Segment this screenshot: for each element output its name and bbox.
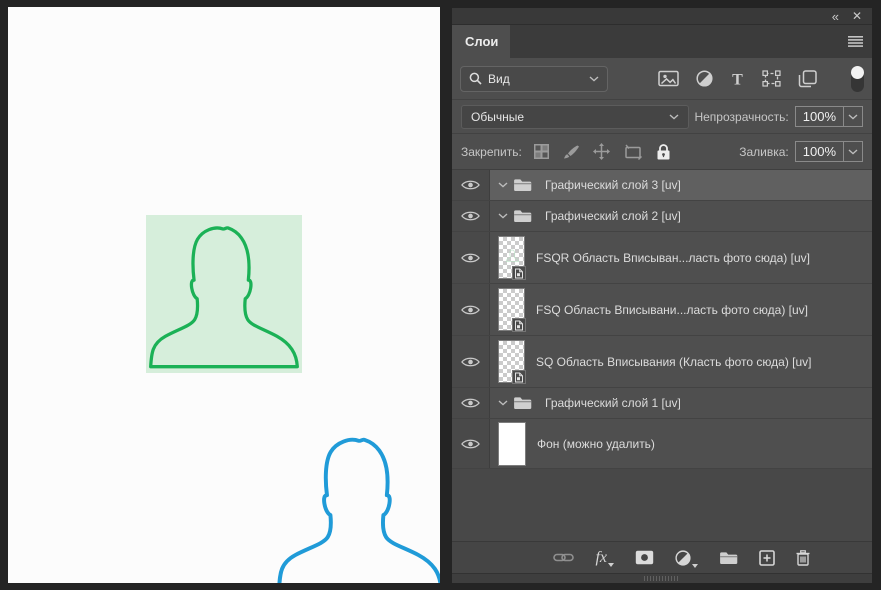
panel-tab-bar: Слои [452, 25, 872, 58]
opacity-input[interactable]: 100% [795, 106, 863, 127]
layer-row-group-3[interactable]: Графический слой 3 [uv] [452, 170, 872, 201]
filter-smart-objects-icon[interactable] [798, 70, 817, 88]
visibility-eye-icon[interactable] [452, 419, 490, 468]
layer-row-group-2[interactable]: Графический слой 2 [uv] [452, 201, 872, 232]
layer-row-fsqr[interactable]: FSQR Область Вписыван...ласть фото сюда)… [452, 232, 872, 284]
visibility-eye-icon[interactable] [452, 388, 490, 418]
folder-icon [513, 396, 532, 410]
layer-filter-row: Вид T [452, 58, 872, 100]
group-expand-chevron-icon[interactable] [498, 182, 508, 188]
delete-layer-trash-icon[interactable] [796, 550, 810, 566]
new-group-icon[interactable] [719, 551, 738, 565]
chevron-down-icon [848, 149, 858, 155]
tab-layers[interactable]: Слои [452, 25, 510, 58]
lock-label: Закрепить: [461, 145, 522, 159]
panel-titlebar: « ✕ [452, 8, 872, 25]
smart-object-badge-icon [512, 370, 526, 384]
blend-mode-select[interactable]: Обычные [461, 105, 689, 129]
layer-row-sq[interactable]: SQ Область Вписывания (Класть фото сюда)… [452, 336, 872, 388]
layer-thumbnail[interactable] [498, 340, 525, 383]
new-adjustment-layer-icon[interactable] [675, 550, 698, 566]
panel-bottom-toolbar: fx [452, 541, 872, 573]
lock-position-icon[interactable] [593, 143, 610, 160]
layer-name[interactable]: Графический слой 1 [uv] [545, 396, 681, 410]
blue-head-outline [274, 426, 440, 583]
smart-object-badge-icon [512, 318, 526, 332]
layer-name[interactable]: Фон (можно удалить) [537, 437, 655, 451]
layer-name[interactable]: Графический слой 3 [uv] [545, 178, 681, 192]
lock-all-icon[interactable] [657, 144, 670, 160]
layer-style-fx-icon[interactable]: fx [595, 551, 614, 565]
opacity-label: Непрозрачность: [694, 110, 788, 124]
layer-thumbnail[interactable] [498, 288, 525, 331]
layer-row-fsq[interactable]: FSQ Область Вписывани...ласть фото сюда)… [452, 284, 872, 336]
blend-mode-row: Обычные Непрозрачность: 100% [452, 100, 872, 134]
green-photo-placeholder [146, 215, 302, 373]
layers-list: Графический слой 3 [uv] Графический слой… [452, 170, 872, 469]
filter-shape-layers-icon[interactable] [762, 70, 781, 87]
thumbnail-preview-mark [506, 249, 519, 262]
layer-name[interactable]: SQ Область Вписывания (Класть фото сюда)… [536, 355, 811, 369]
blend-mode-value: Обычные [471, 110, 524, 124]
panel-resize-strip[interactable] [452, 573, 872, 583]
close-panel-icon[interactable]: ✕ [852, 10, 862, 22]
fill-label: Заливка: [739, 145, 789, 159]
filter-adjustment-layers-icon[interactable] [696, 70, 713, 87]
panel-menu-icon[interactable] [848, 36, 863, 47]
toggle-knob [851, 66, 864, 79]
search-icon [469, 72, 482, 85]
link-layers-icon[interactable] [553, 552, 574, 563]
filter-kind-value: Вид [488, 72, 510, 86]
lock-pixels-brush-icon[interactable] [563, 144, 579, 160]
layer-thumbnail[interactable] [498, 236, 525, 279]
folder-icon [513, 178, 532, 192]
layers-panel: « ✕ Слои Вид [452, 8, 872, 583]
lock-transparency-icon[interactable] [534, 144, 549, 159]
filtering-on-off-toggle[interactable] [851, 66, 864, 92]
layer-thumbnail[interactable] [498, 422, 526, 466]
folder-icon [513, 209, 532, 223]
layer-name[interactable]: FSQR Область Вписыван...ласть фото сюда)… [536, 251, 810, 265]
chevron-down-icon [589, 76, 599, 82]
document-canvas [8, 7, 440, 583]
layers-empty-area [452, 469, 872, 541]
filter-type-icons: T [658, 70, 817, 88]
fill-dropdown-button[interactable] [843, 142, 862, 161]
visibility-eye-icon[interactable] [452, 201, 490, 231]
opacity-dropdown-button[interactable] [843, 107, 862, 126]
fill-input[interactable]: 100% [795, 141, 863, 162]
new-layer-icon[interactable] [759, 550, 775, 566]
add-layer-mask-icon[interactable] [635, 550, 654, 565]
group-expand-chevron-icon[interactable] [498, 400, 508, 406]
layer-name[interactable]: Графический слой 2 [uv] [545, 209, 681, 223]
layer-row-group-1[interactable]: Графический слой 1 [uv] [452, 388, 872, 419]
lock-row: Закрепить: [452, 134, 872, 170]
opacity-value[interactable]: 100% [796, 109, 843, 124]
smart-object-badge-icon [512, 266, 526, 280]
photo-area-fill [146, 215, 302, 373]
layer-row-background[interactable]: Фон (можно удалить) [452, 419, 872, 469]
visibility-eye-icon[interactable] [452, 336, 490, 387]
visibility-eye-icon[interactable] [452, 232, 490, 283]
layer-name[interactable]: FSQ Область Вписывани...ласть фото сюда)… [536, 303, 808, 317]
collapse-panel-icon[interactable]: « [832, 10, 838, 23]
caret-down-icon [692, 564, 698, 568]
lock-artboard-icon[interactable] [624, 144, 643, 160]
group-expand-chevron-icon[interactable] [498, 213, 508, 219]
svg-text:T: T [732, 71, 743, 87]
filter-kind-select[interactable]: Вид [460, 66, 608, 92]
chevron-down-icon [848, 114, 858, 120]
chevron-down-icon [669, 114, 679, 120]
caret-down-icon [608, 563, 614, 567]
filter-pixel-layers-icon[interactable] [658, 70, 679, 87]
visibility-eye-icon[interactable] [452, 284, 490, 335]
filter-type-layers-icon[interactable]: T [730, 71, 745, 87]
fill-value[interactable]: 100% [796, 144, 843, 159]
drag-grip-icon [644, 576, 680, 581]
visibility-eye-icon[interactable] [452, 170, 490, 200]
lock-icons [534, 143, 670, 160]
